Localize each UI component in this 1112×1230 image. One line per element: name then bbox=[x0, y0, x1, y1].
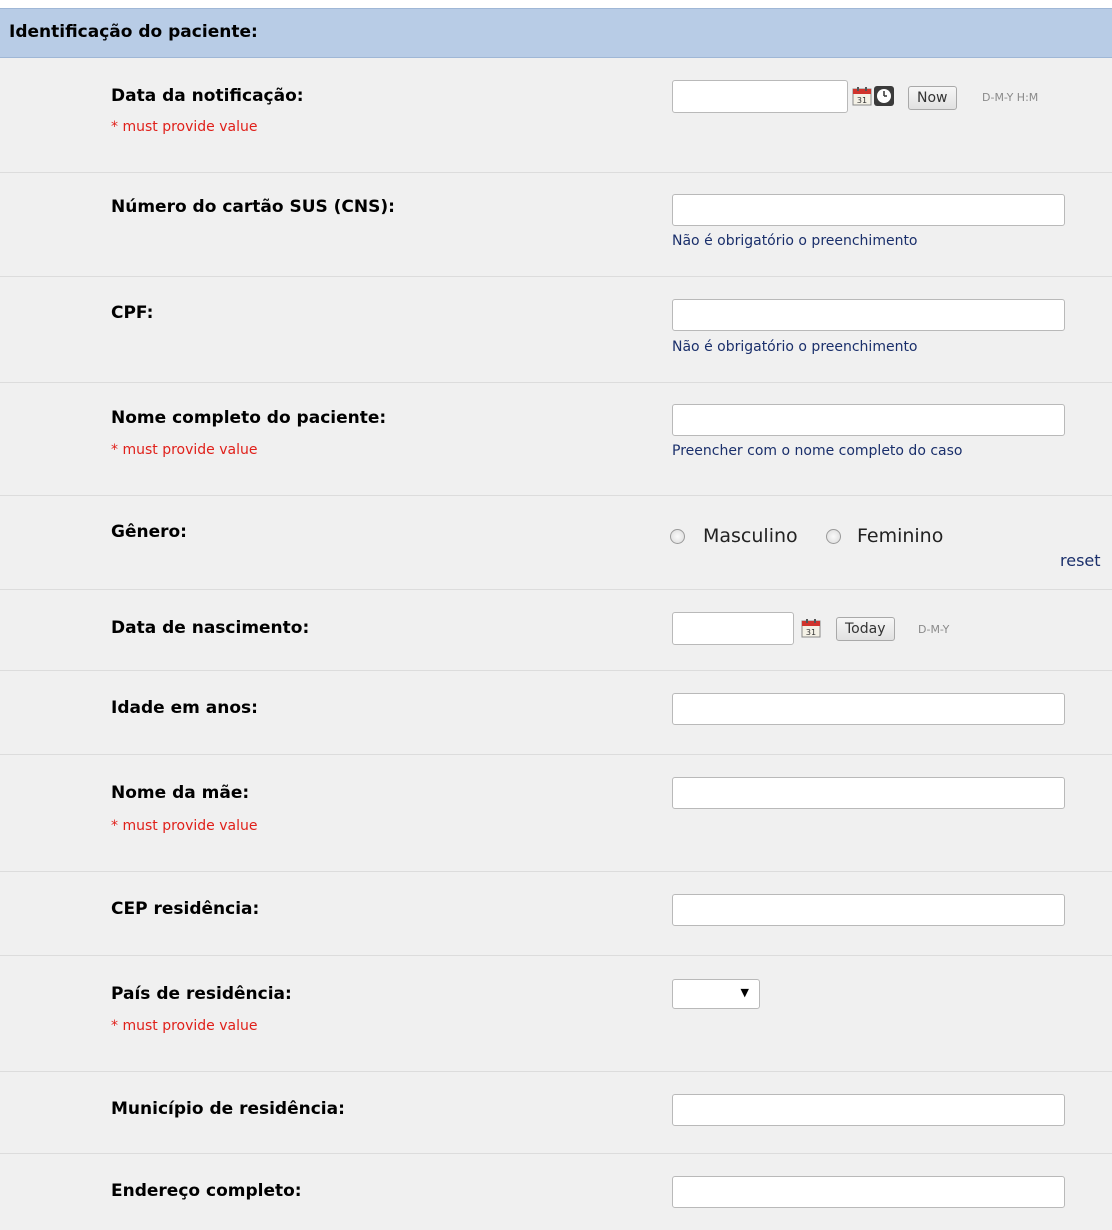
field-label: Idade em anos: bbox=[111, 698, 258, 718]
row-data-nascimento: Data de nascimento: 31 Today D-M-Y bbox=[0, 590, 1112, 671]
field-label: Data da notificação: bbox=[111, 86, 304, 106]
row-cep: CEP residência: bbox=[0, 872, 1112, 956]
field-label: Município de residência: bbox=[111, 1099, 345, 1119]
chevron-down-icon: ▼ bbox=[740, 986, 749, 999]
date-format-hint: D-M-Y H:M bbox=[982, 91, 1039, 104]
clock-icon[interactable] bbox=[874, 86, 894, 106]
field-note: Não é obrigatório o preenchimento bbox=[672, 233, 918, 249]
age-input[interactable] bbox=[672, 693, 1065, 725]
svg-text:31: 31 bbox=[806, 628, 816, 637]
field-label: Nome da mãe: bbox=[111, 783, 250, 803]
field-label: Número do cartão SUS (CNS): bbox=[111, 197, 395, 217]
row-endereco: Endereço completo: bbox=[0, 1154, 1112, 1230]
field-label: Nome completo do paciente: bbox=[111, 408, 387, 428]
row-nome-mae: Nome da mãe: * must provide value bbox=[0, 755, 1112, 872]
birth-date-input[interactable] bbox=[672, 612, 794, 645]
row-cpf: CPF: Não é obrigatório o preenchimento bbox=[0, 277, 1112, 383]
radio-label-masculino[interactable]: Masculino bbox=[703, 525, 798, 547]
svg-text:31: 31 bbox=[857, 96, 867, 105]
required-message: * must provide value bbox=[111, 1018, 258, 1034]
address-input[interactable] bbox=[672, 1176, 1065, 1208]
now-button[interactable]: Now bbox=[908, 86, 957, 110]
row-idade: Idade em anos: bbox=[0, 671, 1112, 755]
patient-name-input[interactable] bbox=[672, 404, 1065, 436]
radio-masculino[interactable] bbox=[670, 529, 685, 544]
field-label: CPF: bbox=[111, 303, 154, 323]
field-note: Preencher com o nome completo do caso bbox=[672, 443, 963, 459]
reset-link[interactable]: reset bbox=[1060, 551, 1101, 570]
mother-name-input[interactable] bbox=[672, 777, 1065, 809]
radio-feminino[interactable] bbox=[826, 529, 841, 544]
field-label: Gênero: bbox=[111, 522, 187, 542]
cep-input[interactable] bbox=[672, 894, 1065, 926]
required-message: * must provide value bbox=[111, 442, 258, 458]
field-label: CEP residência: bbox=[111, 899, 260, 919]
row-genero: Gênero: Masculino Feminino reset bbox=[0, 496, 1112, 590]
row-pais: País de residência: * must provide value… bbox=[0, 956, 1112, 1072]
section-title: Identificação do paciente: bbox=[9, 22, 258, 42]
field-label: Endereço completo: bbox=[111, 1181, 302, 1201]
cpf-input[interactable] bbox=[672, 299, 1065, 331]
municipality-input[interactable] bbox=[672, 1094, 1065, 1126]
row-municipio: Município de residência: bbox=[0, 1072, 1112, 1154]
field-label: Data de nascimento: bbox=[111, 618, 310, 638]
required-message: * must provide value bbox=[111, 818, 258, 834]
row-cns: Número do cartão SUS (CNS): Não é obriga… bbox=[0, 173, 1112, 277]
row-data-notificacao: Data da notificação: * must provide valu… bbox=[0, 58, 1112, 173]
cns-input[interactable] bbox=[672, 194, 1065, 226]
row-nome-paciente: Nome completo do paciente: * must provid… bbox=[0, 383, 1112, 496]
required-message: * must provide value bbox=[111, 119, 258, 135]
notification-date-input[interactable] bbox=[672, 80, 848, 113]
calendar-icon[interactable]: 31 bbox=[801, 618, 821, 638]
field-label: País de residência: bbox=[111, 984, 292, 1004]
calendar-icon[interactable]: 31 bbox=[852, 86, 872, 106]
field-note: Não é obrigatório o preenchimento bbox=[672, 339, 918, 355]
country-select[interactable]: ▼ bbox=[672, 979, 760, 1009]
section-header: Identificação do paciente: bbox=[0, 8, 1112, 58]
date-format-hint: D-M-Y bbox=[918, 623, 950, 636]
today-button[interactable]: Today bbox=[836, 617, 895, 641]
radio-label-feminino[interactable]: Feminino bbox=[857, 525, 943, 547]
